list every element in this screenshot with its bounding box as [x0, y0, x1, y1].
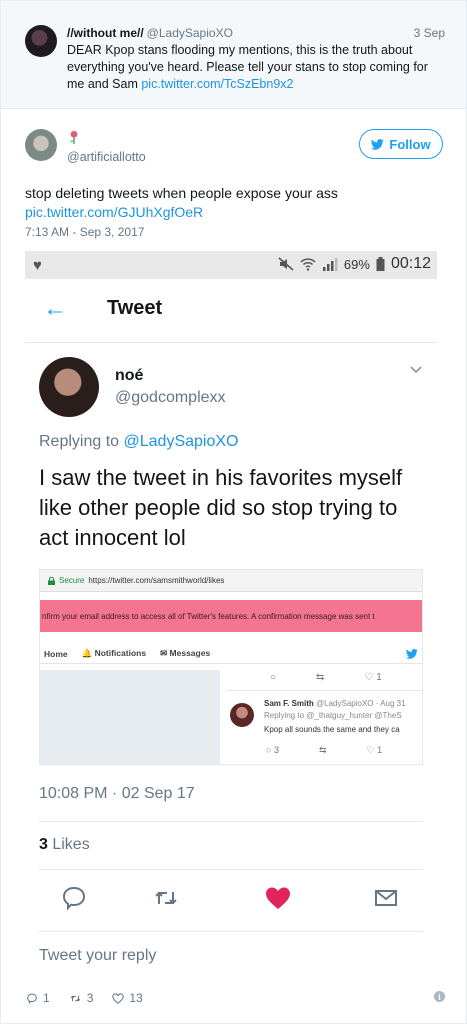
avatar[interactable]	[39, 357, 99, 417]
retweet-count: 3	[86, 991, 94, 1005]
nested-screenshot[interactable]: Secure https://twitter.com/samsmithworld…	[39, 569, 423, 765]
avatar	[230, 703, 254, 727]
confirm-email-banner: nfirm your email address to access all o…	[40, 600, 422, 632]
tweet-text: I saw the tweet in his favorites myself …	[39, 465, 403, 550]
parent-tweet[interactable]: //without me//@LadySapioXO 3 Sep DEAR Kp…	[1, 1, 466, 109]
likes-label: Likes	[47, 836, 90, 853]
tweet-timestamp: 10:08 PM · 02 Sep 17	[39, 785, 195, 802]
secure-label: Secure	[59, 576, 85, 585]
parent-tweet-handle[interactable]: @LadySapioXO	[147, 26, 233, 40]
tweet-author-name[interactable]: noé	[115, 367, 143, 385]
nav-notifications: 🔔 Notifications	[81, 648, 147, 658]
nested-tweet-name: Sam F. Smith	[264, 699, 314, 708]
nested-tweet-actions: ○ 3 ⇆ ♡ 1	[266, 745, 382, 756]
nav-messages: ✉ Messages	[160, 648, 211, 658]
reply-input[interactable]: Tweet your reply	[39, 947, 156, 965]
tweet-text: stop deleting tweets when people expose …	[25, 184, 445, 222]
author-handle[interactable]: @artificiallotto	[67, 150, 146, 164]
back-arrow-icon[interactable]: ←	[43, 297, 67, 321]
tweet-body: stop deleting tweets when people expose …	[25, 185, 338, 201]
battery-percent: 69%	[343, 256, 370, 272]
info-icon[interactable]: i	[434, 991, 445, 1002]
nav-messages-label: Messages	[169, 648, 211, 658]
parent-tweet-header: //without me//@LadySapioXO 3 Sep	[67, 25, 445, 41]
chevron-down-icon[interactable]	[409, 363, 423, 377]
tweet-actions	[39, 883, 423, 915]
wifi-icon	[300, 258, 316, 271]
nested-nav: Home 🔔 Notifications ✉ Messages	[40, 644, 422, 664]
nested-tweet-header: Sam F. Smith @LadySapioXO · Aug 31	[264, 699, 406, 708]
follow-label: Follow	[389, 136, 431, 152]
bird-icon	[371, 138, 385, 150]
nested-tweet-meta: @LadySapioXO · Aug 31	[313, 699, 406, 708]
reply-icon[interactable]	[59, 883, 89, 913]
retweet-icon	[70, 995, 80, 1001]
nested-like-count: 1	[377, 745, 383, 755]
parent-tweet-link[interactable]: pic.twitter.com/TcSzEbn9x2	[141, 77, 293, 91]
retweet-icon: ⇆	[318, 745, 327, 755]
follow-button[interactable]: Follow	[359, 129, 443, 159]
like-icon: ♡ 1	[366, 745, 383, 755]
likes-number: 3	[39, 836, 48, 853]
reply-count: 1	[43, 991, 50, 1005]
url-bar: Secure https://twitter.com/samsmithworld…	[40, 570, 422, 592]
nested-tweet-replying: Replying to @_thatguy_hunter @TheS	[264, 711, 402, 720]
nested-left-panel	[40, 670, 220, 764]
nested-top-like-count: 1	[376, 672, 382, 683]
heart-icon: ♥	[33, 257, 42, 274]
nested-tweet-text: Kpop all sounds the same and they ca	[264, 725, 400, 734]
divider	[39, 821, 423, 822]
retweet-action[interactable]: 3	[68, 991, 94, 1005]
mute-icon	[278, 257, 294, 271]
parent-tweet-date[interactable]: 3 Sep	[414, 25, 445, 41]
heart-icon[interactable]	[263, 883, 293, 913]
rose-emoji-icon	[70, 131, 78, 144]
tweet-timestamp[interactable]: 7:13 AM - Sep 3, 2017	[25, 225, 144, 239]
like-icon: ♡ 1	[364, 672, 382, 683]
replying-prefix: Replying to	[39, 433, 124, 450]
tweet-card: //without me//@LadySapioXO 3 Sep DEAR Kp…	[0, 0, 467, 1024]
battery-icon	[376, 257, 385, 271]
embedded-screenshot[interactable]: ♥ 69% 00:12 ← Tweet noé @godcomplexx Rep…	[25, 251, 437, 1019]
tweet-footer-actions: 1 3 13 i	[25, 989, 445, 1007]
reply-icon: ○ 3	[266, 745, 279, 755]
reply-icon: ○	[270, 672, 277, 683]
status-bar: ♥ 69% 00:12	[25, 251, 437, 279]
retweet-icon[interactable]	[151, 883, 181, 913]
app-bar: ← Tweet	[25, 279, 437, 343]
reply-icon	[27, 993, 37, 1004]
status-time: 00:12	[390, 255, 431, 272]
page-title: Tweet	[107, 297, 163, 319]
divider	[39, 931, 423, 932]
signal-icon	[322, 258, 338, 271]
replying-to: Replying to @LadySapioXO	[39, 433, 238, 451]
tweet-media-link[interactable]: pic.twitter.com/GJUhXgfOeR	[25, 203, 445, 222]
reply-action[interactable]: 1	[25, 991, 50, 1005]
replying-handle[interactable]: @LadySapioXO	[124, 433, 239, 450]
retweet-icon: ⇆	[316, 672, 325, 683]
envelope-icon[interactable]	[371, 883, 401, 913]
parent-tweet-text: DEAR Kpop stans flooding my mentions, th…	[67, 42, 447, 93]
avatar[interactable]	[25, 25, 57, 57]
nested-tweet: Sam F. Smith @LadySapioXO · Aug 31 Reply…	[226, 690, 422, 764]
nested-actions-top: ○ ⇆ ♡ 1	[270, 672, 382, 683]
url-text: https://twitter.com/samsmithworld/likes	[88, 576, 225, 585]
status-right: 69% 00:12	[278, 255, 431, 273]
like-action[interactable]: 13	[111, 991, 143, 1005]
nested-reply-count: 3	[273, 745, 279, 755]
nav-notifications-label: Notifications	[94, 648, 147, 658]
avatar[interactable]	[25, 129, 57, 161]
nav-home: Home	[44, 648, 68, 659]
likes-count[interactable]: 3 Likes	[39, 836, 90, 854]
tweet-author-handle[interactable]: @godcomplexx	[115, 389, 226, 407]
divider	[39, 869, 423, 870]
bird-icon	[406, 649, 418, 659]
heart-outline-icon	[112, 992, 125, 1004]
parent-tweet-name[interactable]: //without me//	[67, 26, 144, 40]
like-count: 13	[129, 991, 143, 1005]
lock-icon	[48, 576, 55, 585]
